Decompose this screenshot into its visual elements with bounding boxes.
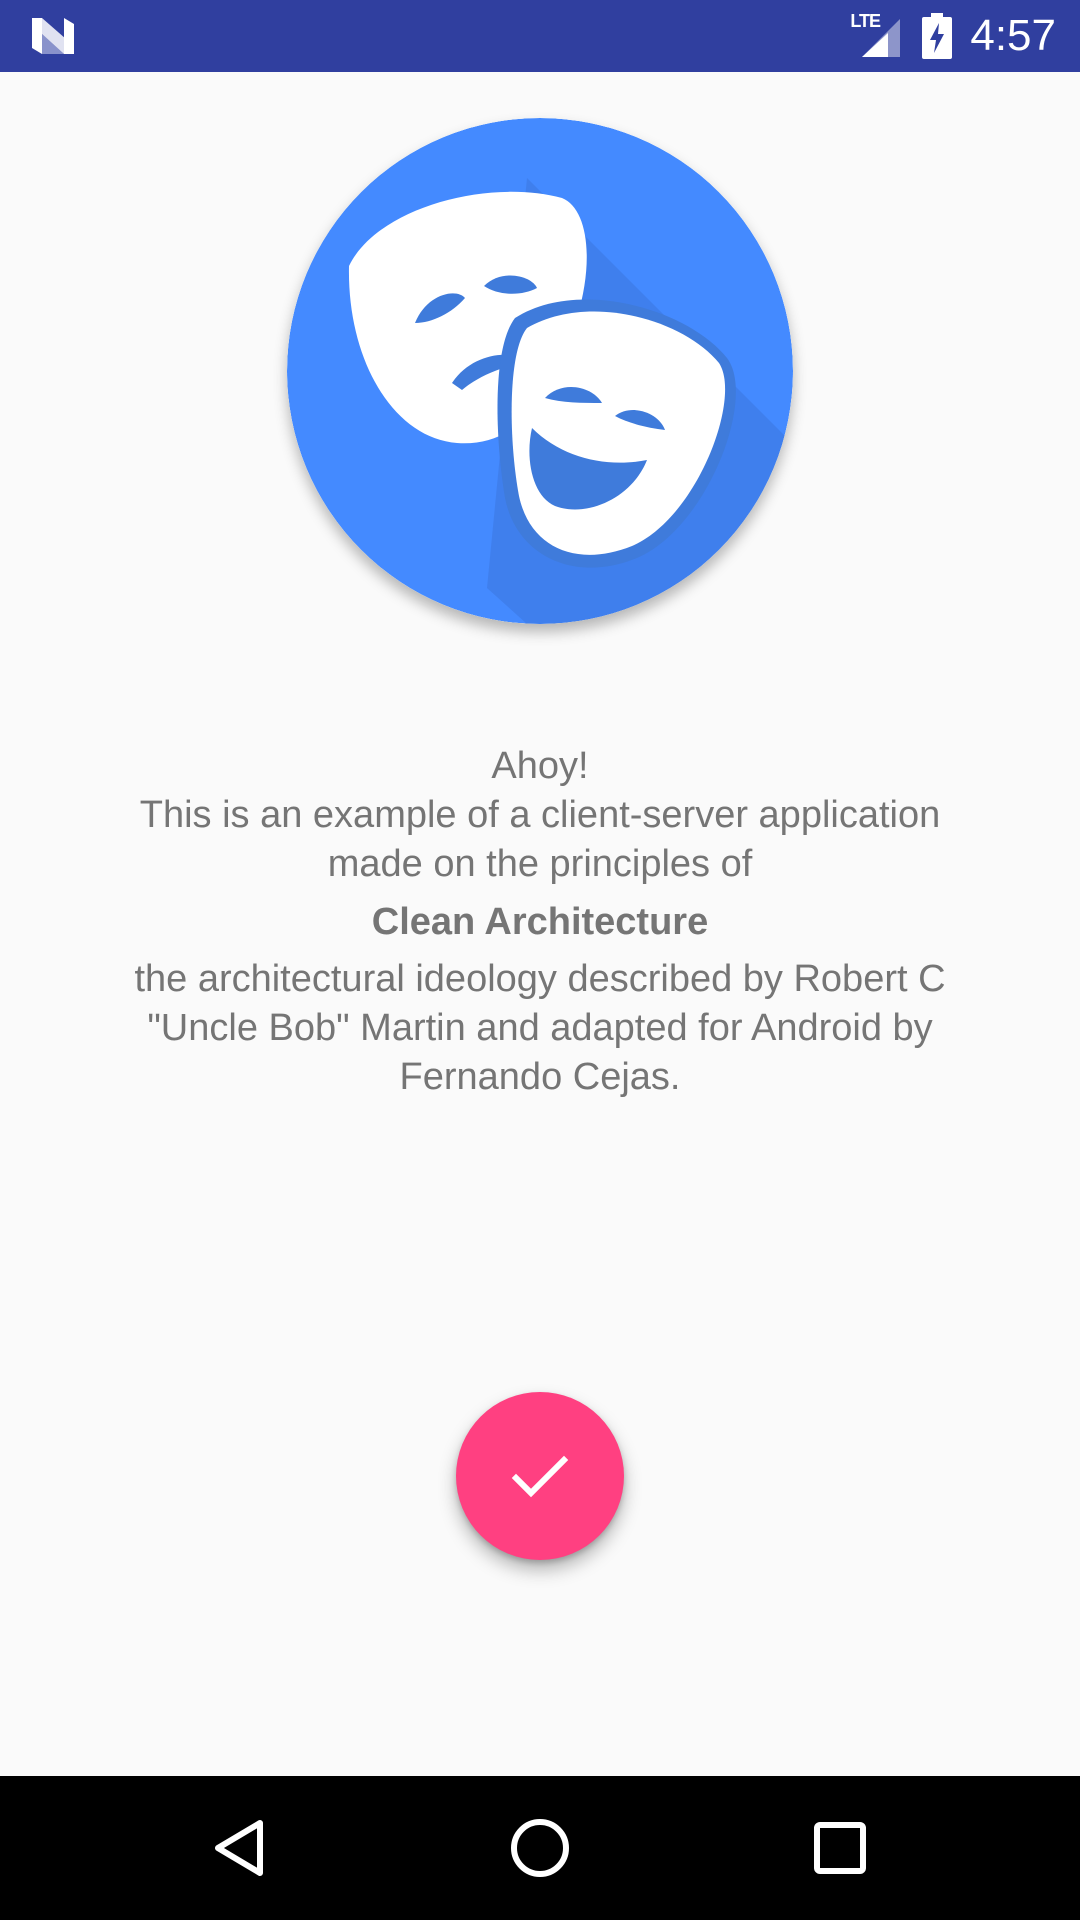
screen: LTE 4:57 Ahoy! This is an example of a c… [0, 0, 1080, 1920]
check-icon [511, 1455, 569, 1498]
confirm-fab-button[interactable] [456, 1392, 624, 1560]
navigation-bar [0, 1776, 1080, 1920]
intro-line-5: Fernando Cejas. [399, 1056, 681, 1098]
intro-line-1: This is an example of a client-server ap… [139, 794, 941, 836]
intro-line-2: made on the principles of [327, 843, 753, 885]
battery-charging-icon [922, 13, 953, 59]
status-bar: LTE 4:57 [0, 0, 1080, 72]
recents-icon [814, 1822, 866, 1874]
lte-signal-icon: LTE [848, 11, 904, 59]
nav-home-button[interactable] [460, 1776, 620, 1920]
nav-recents-button[interactable] [760, 1776, 920, 1920]
nav-back-button[interactable] [160, 1776, 320, 1920]
theater-masks-icon [287, 118, 793, 624]
intro-line-3: the architectural ideology described by … [134, 958, 946, 1000]
intro-line-4: "Uncle Bob" Martin and adapted for Andro… [147, 1007, 933, 1049]
greeting-text: Ahoy! [491, 745, 589, 787]
app-logo [287, 118, 793, 624]
status-time: 4:57 [970, 11, 1056, 60]
home-icon [511, 1819, 569, 1877]
intro-text: Ahoy! This is an example of a client-ser… [60, 742, 1020, 1102]
n-logo-icon [32, 18, 74, 54]
architecture-title: Clean Architecture [371, 901, 709, 943]
back-icon [215, 1820, 263, 1876]
status-icons: LTE 4:57 [848, 0, 1056, 72]
